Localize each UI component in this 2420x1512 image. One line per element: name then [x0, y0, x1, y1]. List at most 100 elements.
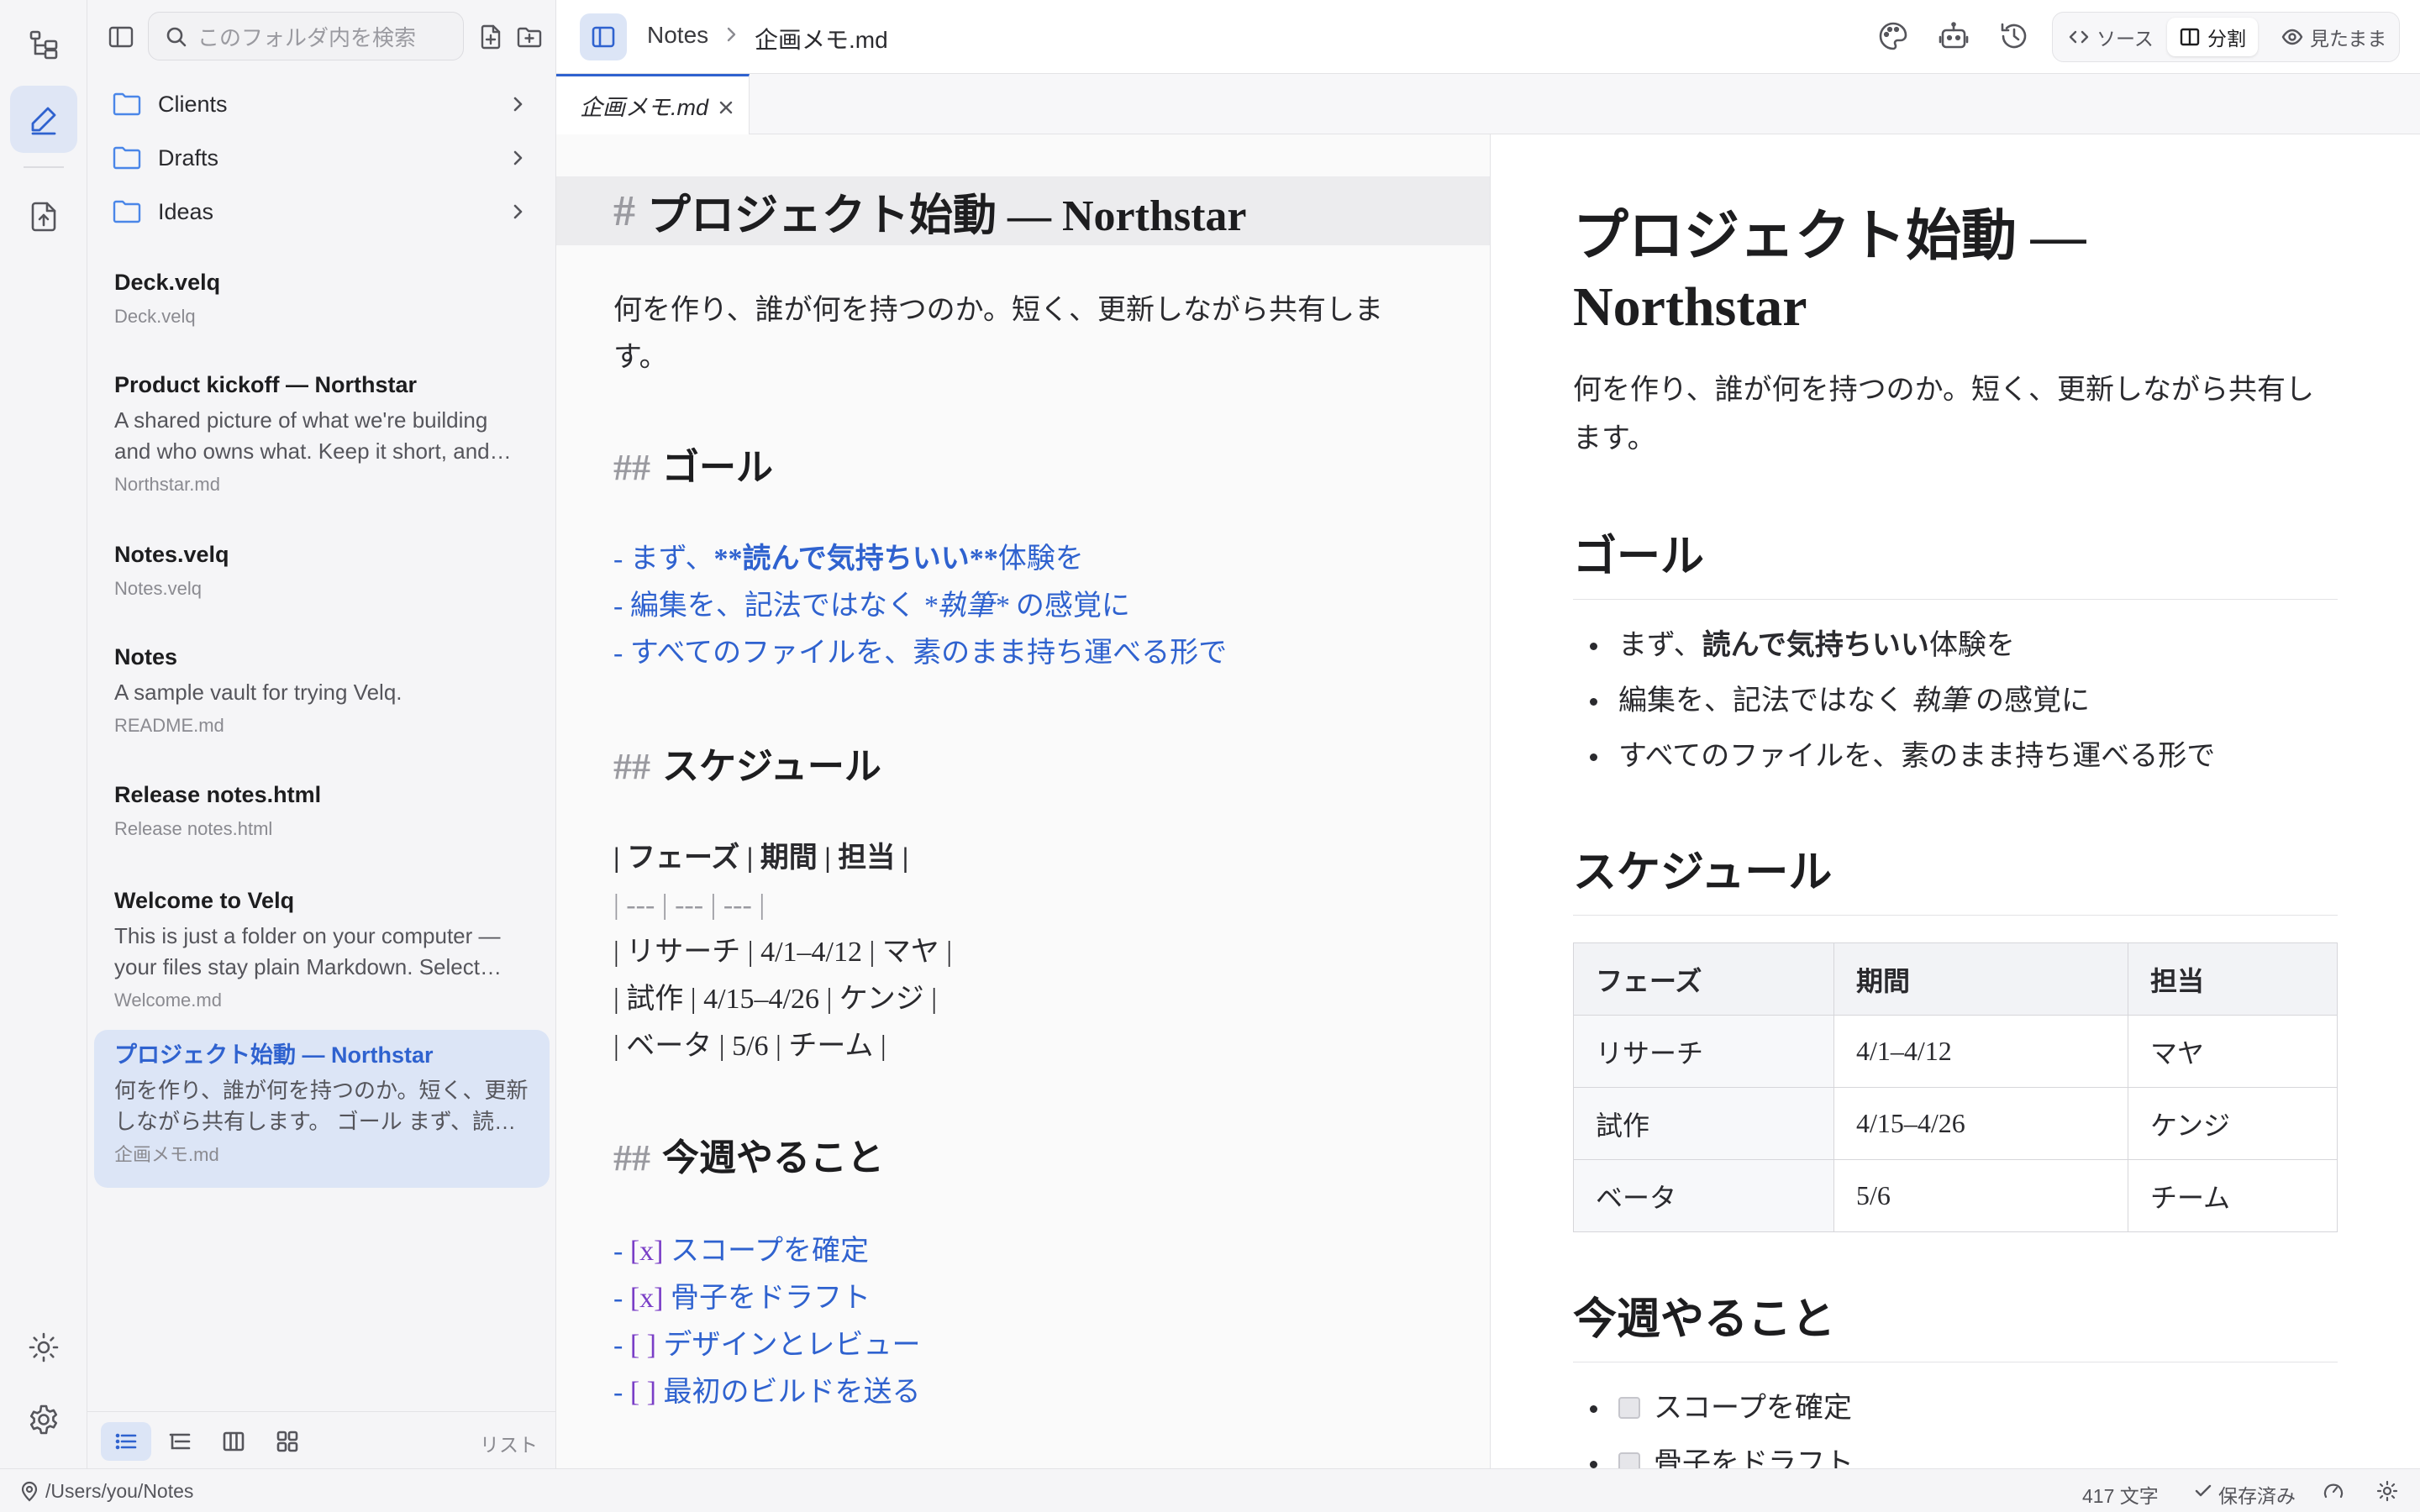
note-title: Deck.velq	[114, 270, 221, 295]
folder-item-drafts[interactable]: Drafts	[101, 133, 543, 183]
breadcrumb-file: 企画メモ.md	[755, 27, 888, 53]
task-marker: [ ]	[629, 1377, 656, 1408]
preview-paragraph: 何を作り、誰が何を持つのか。短く、更新しながら共有し ます。	[1573, 366, 2338, 464]
list-text: - すべてのファイルを、素のまま持ち運べる形で	[613, 638, 1228, 669]
note-excerpt-line: A shared picture of what we're building	[114, 407, 488, 433]
task-item: スコープを確定	[1573, 1381, 2338, 1436]
tab-bar: 企画メモ.md	[556, 74, 2420, 134]
editor-button[interactable]	[10, 86, 77, 153]
file-tree-button[interactable]	[10, 12, 77, 79]
note-item[interactable]: Deck.velq Deck.velq	[94, 257, 550, 339]
preview-mode-label: 見たまま	[2310, 28, 2387, 50]
note-item[interactable]: Welcome to Velq This is just a folder on…	[94, 875, 550, 1023]
note-excerpt: A sample vault for trying Velq.	[114, 677, 529, 708]
search-box[interactable]: このフォルダ内を検索	[148, 12, 464, 60]
rendered-preview: プロジェクト始動 — Northstar 何を作り、誰が何を持つのか。短く、更新…	[1491, 134, 2420, 1468]
note-title: プロジェクト始動 — Northstar	[114, 1042, 434, 1068]
task-marker: [ ]	[629, 1330, 656, 1361]
tree-list-icon	[169, 1433, 191, 1450]
preview-goal-list: まず、読んで気持ちいい体験を 編集を、記法ではなく 執筆 の感覚に すべてのファ…	[1573, 618, 2338, 785]
new-folder-icon	[517, 27, 542, 48]
preview-h2-schedule: スケジュール	[1573, 837, 2338, 916]
tab-active[interactable]: 企画メモ.md	[556, 74, 750, 134]
grid-icon	[276, 1431, 298, 1452]
note-excerpt-line: 何を作り、誰が何を持つのか。短く、更新	[114, 1078, 529, 1103]
folder-item-clients[interactable]: Clients	[101, 79, 543, 129]
folder-item-ideas[interactable]: Ideas	[101, 186, 543, 237]
history-icon[interactable]	[1998, 20, 2030, 56]
note-title: Release notes.html	[114, 782, 322, 807]
table-source-line: | リサーチ | 4/1–4/12 | マヤ |	[613, 937, 953, 968]
source-mode-button[interactable]: ソース	[2056, 18, 2165, 56]
theme-toggle-button[interactable]	[10, 1314, 77, 1381]
palette-icon[interactable]	[1877, 20, 1909, 56]
note-excerpt-line: しながら共有します。 ゴール まず、読…	[114, 1109, 517, 1134]
note-item[interactable]: Product kickoff — Northstar A shared pic…	[94, 360, 550, 507]
note-excerpt: A shared picture of what we're building …	[114, 405, 529, 467]
task-text: デザインとレビュー	[663, 1330, 921, 1361]
note-item[interactable]: Notes A sample vault for trying Velq. RE…	[94, 632, 550, 748]
sidebar-panel-icon	[592, 26, 615, 48]
table-source-line: | フェーズ | 期間 | 担当 |	[613, 843, 909, 874]
folder-name: Clients	[158, 91, 228, 117]
location-pin-icon	[20, 1480, 39, 1507]
editor-todo-list: - [x] スコープを確定 - [x] 骨子をドラフト - [ ] デザインとレ…	[613, 1228, 920, 1416]
heading-marker: #	[613, 186, 635, 235]
columns-icon	[223, 1431, 245, 1452]
activity-rail	[0, 0, 87, 1468]
list-item: すべてのファイルを、素のまま持ち運べる形で	[1573, 729, 2338, 785]
note-item-selected[interactable]: プロジェクト始動 — Northstar 何を作り、誰が何を持つのか。短く、更新…	[94, 1030, 550, 1188]
list-view-button[interactable]	[101, 1422, 151, 1461]
sun-icon	[29, 1332, 59, 1362]
sun-icon[interactable]	[2376, 1480, 2398, 1507]
close-icon[interactable]	[717, 97, 735, 123]
markdown-editor[interactable]: # プロジェクト始動 — Northstar 何を作り、誰が何を持つのか。短く、…	[556, 134, 1491, 1468]
chevron-right-icon	[508, 148, 528, 172]
bold-text: 読んで気持ちいい	[1702, 630, 1929, 661]
tree-view-button[interactable]	[155, 1422, 205, 1461]
character-count: 417 文字	[2082, 1485, 2159, 1507]
table-row: 試作 4/15–4/26 ケンジ	[1573, 1087, 2338, 1160]
column-view-button[interactable]	[208, 1422, 259, 1461]
table-cell: 5/6	[1833, 1159, 2128, 1232]
task-text: 最初のビルドを送る	[663, 1377, 921, 1408]
note-title: Product kickoff — Northstar	[114, 372, 418, 397]
italic-text: *執筆*	[923, 591, 1009, 622]
collapse-sidebar-button[interactable]	[103, 18, 139, 55]
preview-h2-goal: ゴール	[1573, 521, 2338, 600]
task-marker: [x]	[629, 1283, 664, 1314]
settings-button[interactable]	[10, 1386, 77, 1453]
folder-name: Drafts	[158, 144, 219, 171]
vault-path[interactable]: /Users/you/Notes	[45, 1480, 193, 1503]
chevron-right-icon	[508, 94, 528, 118]
export-button[interactable]	[10, 183, 77, 250]
toggle-sidebar-button[interactable]	[580, 13, 627, 60]
note-excerpt-line: your files stay plain Markdown. Select…	[114, 954, 502, 979]
note-item[interactable]: Release notes.html Release notes.html	[94, 769, 550, 852]
tab-label: 企画メモ.md	[580, 95, 709, 120]
new-folder-button[interactable]	[511, 18, 548, 55]
sidebar-view-switcher: リスト	[87, 1411, 556, 1468]
split-mode-label: 分割	[2207, 28, 2246, 50]
grid-view-button[interactable]	[262, 1422, 313, 1461]
task-marker: [x]	[629, 1236, 664, 1267]
list-text: の感覚に	[1968, 685, 2090, 717]
list-text: 体験を	[997, 543, 1084, 575]
code-icon	[2069, 30, 2089, 44]
split-mode-button[interactable]: 分割	[2167, 18, 2258, 56]
robot-icon[interactable]	[1938, 20, 1970, 56]
editor-h1-line: # プロジェクト始動 — Northstar	[556, 176, 1490, 245]
note-item[interactable]: Notes.velq Notes.velq	[94, 529, 550, 612]
note-filename: 企画メモ.md	[114, 1144, 219, 1165]
checkbox-checked[interactable]	[1618, 1452, 1640, 1468]
task-text: 骨子をドラフト	[1654, 1448, 1854, 1468]
editor-list-line: - 編集を、記法ではなく *執筆* の感覚に	[613, 583, 1227, 630]
checkbox-checked[interactable]	[1618, 1397, 1640, 1420]
gauge-icon[interactable]	[2323, 1480, 2344, 1507]
search-placeholder: このフォルダ内を検索	[197, 24, 417, 50]
new-note-button[interactable]	[472, 18, 509, 55]
breadcrumb-root[interactable]: Notes	[647, 22, 708, 49]
note-excerpt: This is just a folder on your computer —…	[114, 921, 529, 983]
preview-mode-button[interactable]: 見たまま	[2270, 18, 2398, 56]
checkmark-icon	[2193, 1482, 2213, 1505]
